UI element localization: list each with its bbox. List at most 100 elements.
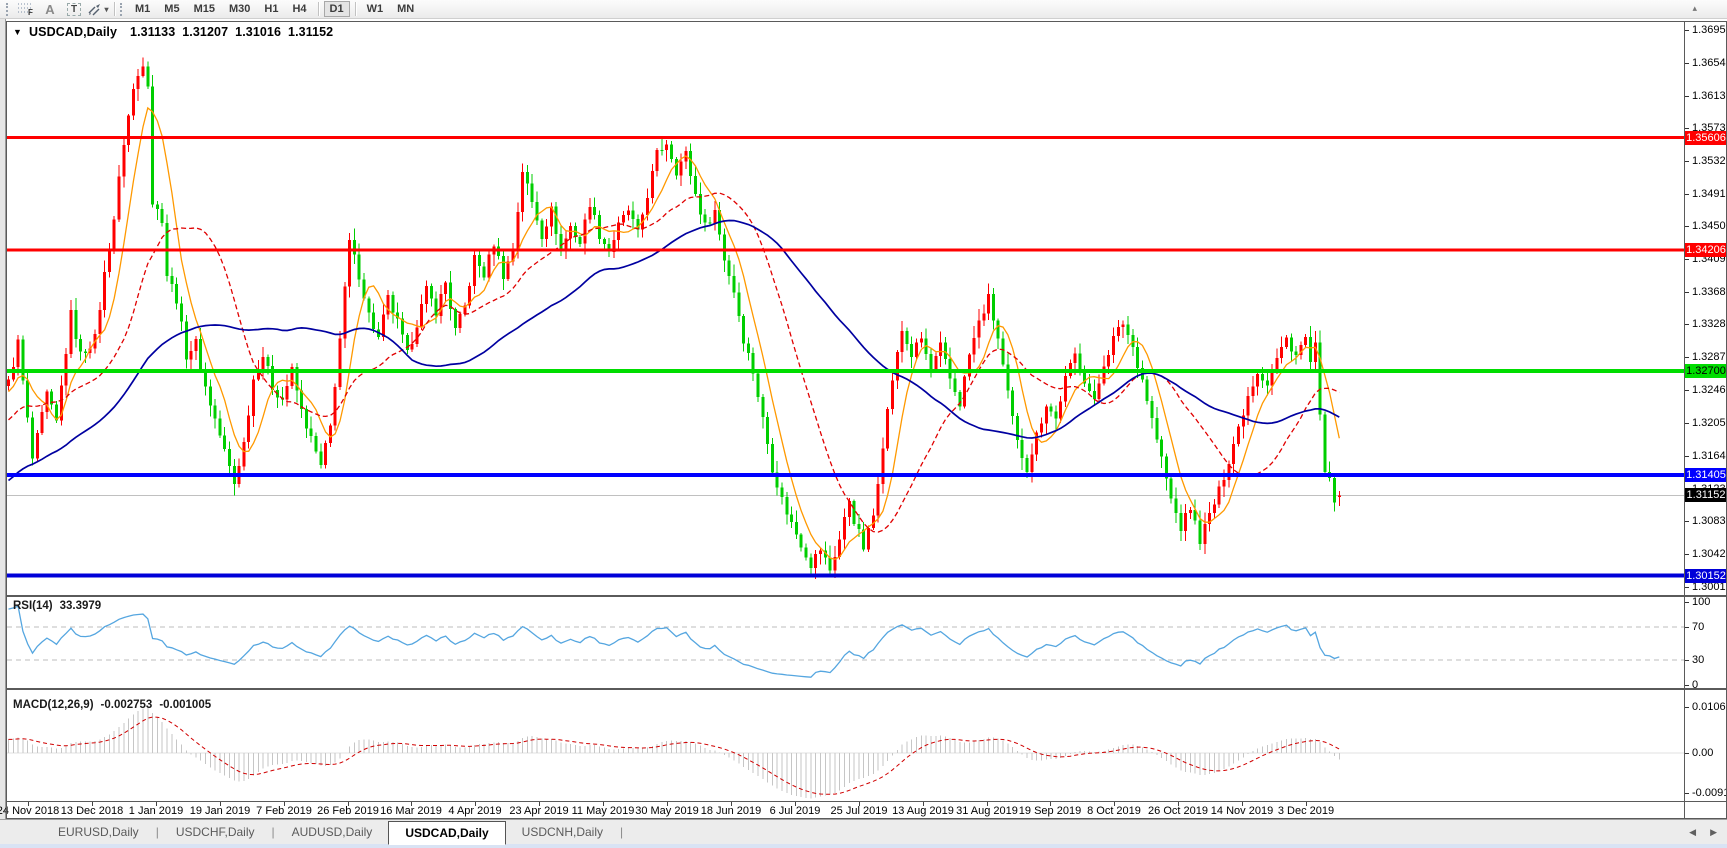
toolbar-separator <box>317 2 319 16</box>
arrows-glyph <box>88 3 101 15</box>
quote-open: 1.31133 <box>130 25 176 39</box>
macd-pane[interactable] <box>7 690 1684 802</box>
date-label: 18 Jun 2019 <box>700 805 762 817</box>
price-level-label: 1.31405 <box>1685 468 1727 482</box>
timeframe-button-w1[interactable]: W1 <box>361 1 390 17</box>
macd-tick-label: 0.00 <box>1692 747 1714 759</box>
text-box-tool-icon[interactable]: T <box>63 1 85 18</box>
price-tick-mark <box>1685 63 1689 64</box>
price-tick-label: 1.35320 <box>1692 155 1727 167</box>
macd-tick-mark <box>1685 707 1689 708</box>
price-tick-mark <box>1685 423 1689 424</box>
svg-text:F: F <box>28 8 33 16</box>
price-tick-label: 1.32050 <box>1692 417 1727 429</box>
rsi-tick-mark <box>1685 685 1689 686</box>
price-scale[interactable]: 1.369501.365401.361301.357301.353201.349… <box>1685 22 1727 818</box>
timeframe-button-h4[interactable]: H4 <box>286 1 312 17</box>
chart-quote-header: ▼ USDCAD,Daily 1.31133 1.31207 1.31016 1… <box>13 25 333 39</box>
price-tick-label: 1.33680 <box>1692 286 1727 298</box>
tab-scroll-left-icon[interactable]: ◀ <box>1689 827 1696 838</box>
macd-name: MACD(12,26,9) <box>13 699 94 711</box>
price-tick-label: 1.31640 <box>1692 450 1727 462</box>
chart-left-border <box>6 21 7 819</box>
scale-divider <box>1684 22 1685 818</box>
date-label: 19 Jan 2019 <box>189 805 251 817</box>
rsi-tick-label: 0 <box>1692 679 1699 691</box>
date-label: 13 Dec 2018 <box>60 805 124 817</box>
date-label: 30 May 2019 <box>635 805 699 817</box>
price-tick-mark <box>1685 324 1689 325</box>
price-tick-label: 1.32870 <box>1692 351 1727 363</box>
window-bottom-edge <box>0 844 1727 848</box>
date-label: 3 Dec 2019 <box>1277 805 1335 817</box>
timeframe-button-m30[interactable]: M30 <box>223 1 256 17</box>
price-tick-mark <box>1685 292 1689 293</box>
fibonacci-tool-icon[interactable]: F <box>15 1 37 18</box>
rsi-pane[interactable] <box>7 597 1684 688</box>
price-level-label: 1.35606 <box>1685 131 1727 145</box>
chart-tab-usdchf[interactable]: USDCHF,Daily <box>160 822 271 844</box>
toolbar-grip[interactable] <box>6 2 10 16</box>
quote-low: 1.31016 <box>235 25 282 39</box>
toolbar-separator <box>114 2 115 16</box>
toolbar: F A T ▾ M1 M5 M15 M30 H1 H4 D1 W1 MN ▴ <box>0 0 1727 19</box>
candles-group <box>7 57 1341 579</box>
rsi-value: 33.3979 <box>59 600 102 612</box>
text-box-glyph: T <box>66 2 82 16</box>
collapse-triangle-icon[interactable]: ▼ <box>13 27 22 37</box>
toolbar-overflow-icon[interactable]: ▴ <box>1692 3 1697 14</box>
macd-pane-separator[interactable] <box>7 688 1727 690</box>
price-level-label: 1.34206 <box>1685 243 1727 257</box>
price-tick-label: 1.34910 <box>1692 188 1727 200</box>
rsi-pane-separator[interactable] <box>7 595 1727 597</box>
chart-symbol-title: USDCAD,Daily <box>29 25 118 39</box>
price-tick-label: 1.30830 <box>1692 515 1727 527</box>
ma-7-line <box>8 106 1340 560</box>
tab-separator: | <box>620 825 624 839</box>
macd-value-main: -0.002753 <box>100 699 153 711</box>
date-label: 23 Apr 2019 <box>509 805 569 817</box>
chart-tab-usdcad[interactable]: USDCAD,Daily <box>388 821 506 845</box>
text-label-tool-icon[interactable]: A <box>39 1 61 18</box>
main-chart-pane[interactable] <box>7 22 1684 595</box>
price-level-label: 1.32700 <box>1685 364 1727 378</box>
price-tick-label: 1.34500 <box>1692 220 1727 232</box>
macd-tick-mark <box>1685 793 1689 794</box>
chevron-down-icon: ▾ <box>104 4 109 14</box>
chart-tab-audusd[interactable]: AUDUSD,Daily <box>276 822 389 844</box>
date-label: 19 Sep 2019 <box>1018 805 1082 817</box>
ohlc-quote: 1.31133 1.31207 1.31016 1.31152 <box>130 25 333 39</box>
macd-value-signal: -0.001005 <box>159 699 212 711</box>
chart-tab-eurusd[interactable]: EURUSD,Daily <box>42 822 155 844</box>
date-label: 7 Feb 2019 <box>256 805 312 817</box>
macd-tick-label: -0.009185 <box>1692 787 1727 799</box>
macd-label: MACD(12,26,9) -0.002753 -0.001005 <box>13 699 211 711</box>
ma-22-line <box>8 192 1340 533</box>
rsi-tick-label: 70 <box>1692 621 1705 633</box>
price-tick-mark <box>1685 456 1689 457</box>
price-tick-mark <box>1685 226 1689 227</box>
date-label: 11 May 2019 <box>571 805 635 817</box>
timeframe-button-m15[interactable]: M15 <box>188 1 221 17</box>
price-tick-label: 1.36540 <box>1692 57 1727 69</box>
toolbar-grip-2[interactable] <box>120 2 124 16</box>
timeframe-button-m5[interactable]: M5 <box>158 1 185 17</box>
ma-55-line <box>7 219 1340 482</box>
timeframe-button-mn[interactable]: MN <box>391 1 420 17</box>
tab-scroll-right-icon[interactable]: ▶ <box>1710 827 1717 838</box>
timeframe-button-m1[interactable]: M1 <box>129 1 156 17</box>
price-tick-mark <box>1685 554 1689 555</box>
rsi-tick-mark <box>1685 660 1689 661</box>
date-axis[interactable]: 24 Nov 2018 13 Dec 2018 1 Jan 2019 19 Jan 2… <box>0 802 1684 818</box>
arrange-arrows-tool-icon[interactable]: ▾ <box>87 1 109 18</box>
chart-tab-usdcnh[interactable]: USDCNH,Daily <box>506 822 619 844</box>
price-tick-label: 1.36130 <box>1692 90 1727 102</box>
macd-tick-label: 0.010615 <box>1692 701 1727 713</box>
price-tick-mark <box>1685 259 1689 260</box>
price-tick-label: 1.32460 <box>1692 384 1727 396</box>
timeframe-button-h1[interactable]: H1 <box>258 1 284 17</box>
timeframe-button-d1[interactable]: D1 <box>323 1 350 17</box>
quote-close: 1.31152 <box>288 25 334 39</box>
date-label: 1 Jan 2019 <box>128 805 184 817</box>
rsi-tick-label: 100 <box>1692 596 1711 608</box>
